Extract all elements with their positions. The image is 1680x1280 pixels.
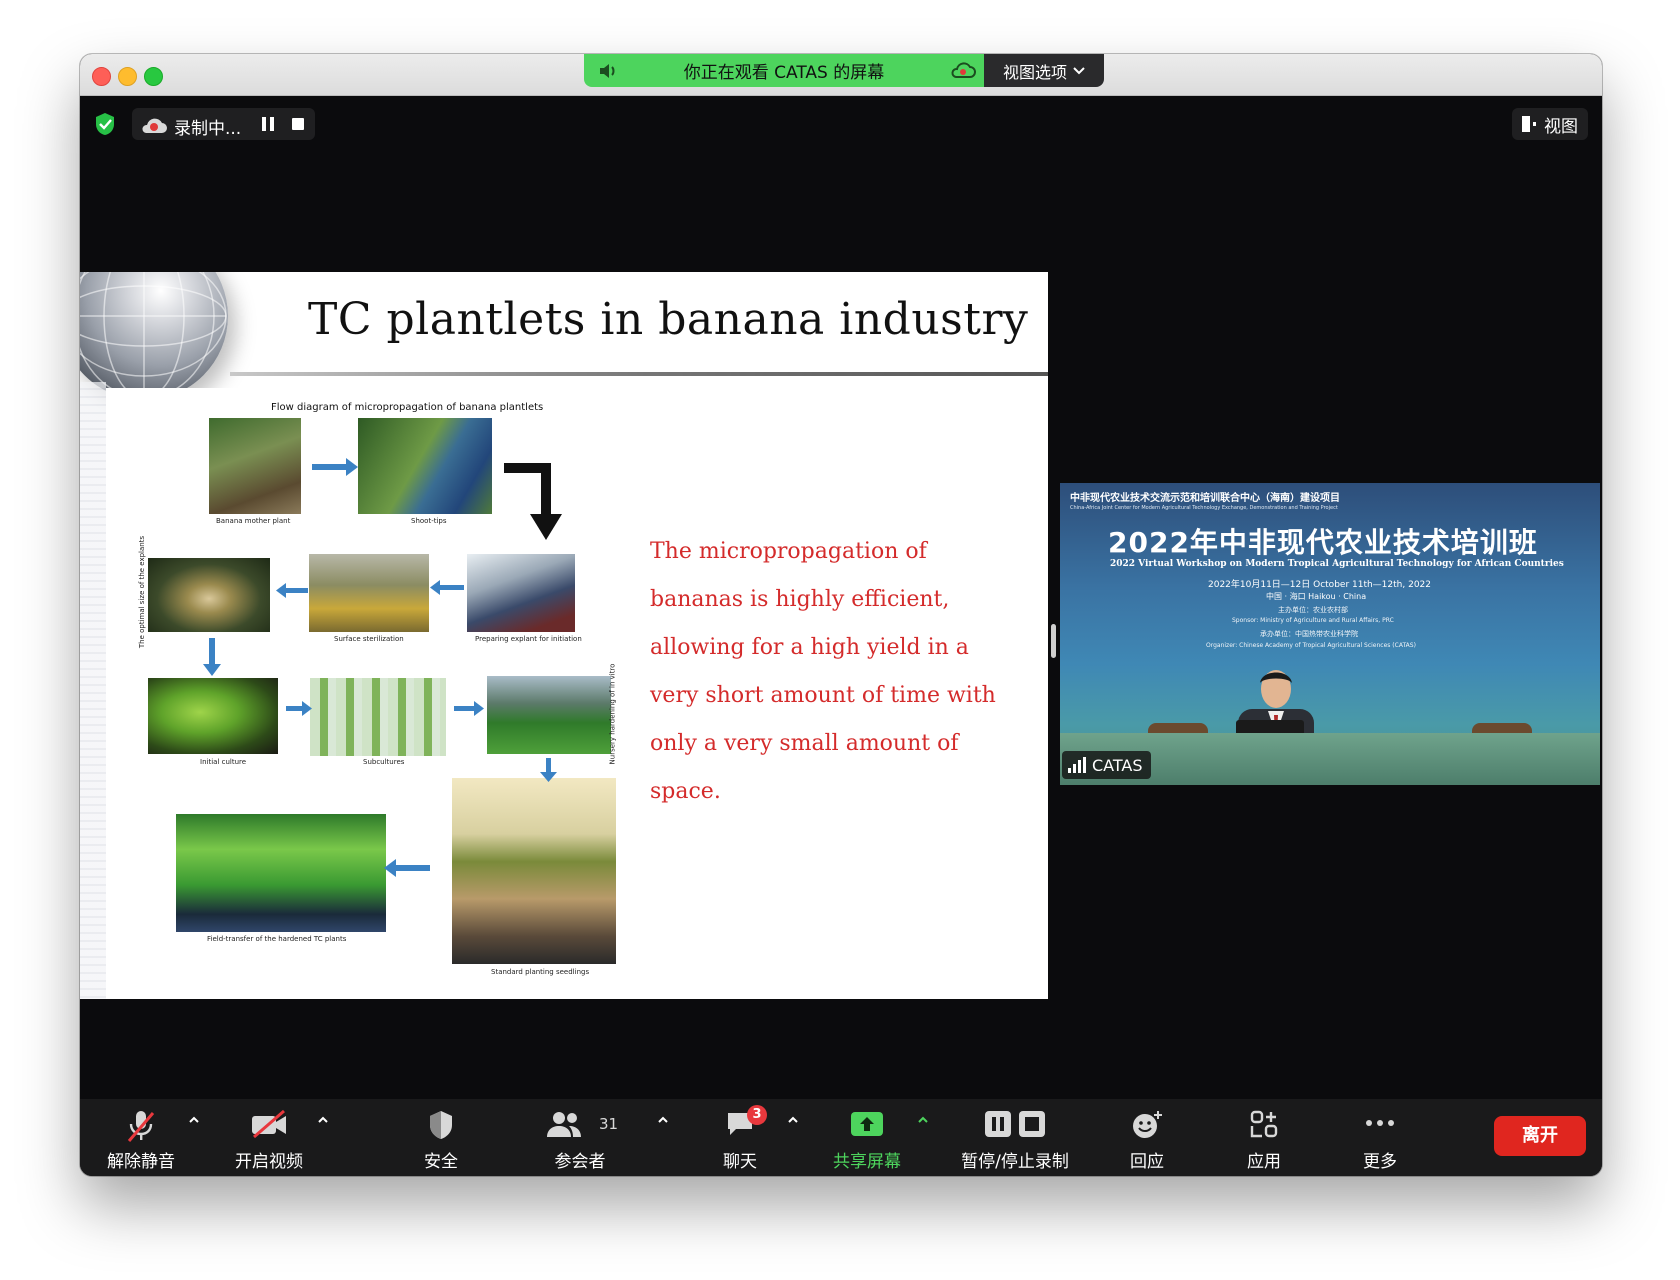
stop-recording-button[interactable] <box>292 118 304 130</box>
fullscreen-window-button[interactable] <box>144 67 163 86</box>
video-banner-organizer-cn: 承办单位：中国热带农业科学院 <box>1260 630 1358 638</box>
pause-stop-icon <box>985 1111 1045 1137</box>
shield-icon <box>430 1111 452 1139</box>
minimize-window-button[interactable] <box>118 67 137 86</box>
pause-stop-recording-label: 暂停/停止录制 <box>961 1152 1069 1172</box>
slide-text-line: very short amount of time with <box>650 683 996 708</box>
share-screen-label: 共享屏幕 <box>833 1152 901 1172</box>
video-banner-date: 2022年10月11日—12日 October 11th—12th, 2022 <box>1208 580 1431 590</box>
participants-count: 31 <box>599 1115 619 1133</box>
title-divider <box>230 372 1048 376</box>
chat-label: 聊天 <box>723 1152 757 1172</box>
more-label: 更多 <box>1363 1152 1397 1172</box>
participant-video-tile[interactable]: 中非现代农业技术交流示范和培训联合中心（海南）建设项目 China-Africa… <box>1060 483 1600 785</box>
chat-button[interactable]: 3 聊天 <box>705 1099 775 1176</box>
pause-stop-recording-button[interactable]: 暂停/停止录制 <box>950 1099 1080 1176</box>
chevron-down-icon <box>1073 66 1085 74</box>
video-camera-off-icon <box>252 1109 286 1139</box>
slide-text-line: allowing for a high yield in a <box>650 635 969 660</box>
apps-button[interactable]: 应用 <box>1232 1099 1296 1176</box>
globe-image <box>80 272 228 400</box>
video-banner-location: 中国 · 海口 Haikou · China <box>1266 592 1367 601</box>
video-banner-title: 2022年中非现代农业技术培训班 <box>1108 526 1538 559</box>
signal-strength-icon <box>1068 757 1086 773</box>
more-dots-icon <box>1366 1120 1394 1126</box>
unmute-label: 解除静音 <box>107 1152 175 1172</box>
shared-screen-slide: TC plantlets in banana industry Flow dia… <box>80 272 1048 999</box>
video-banner-subtitle: 2022 Virtual Workshop on Modern Tropical… <box>1110 559 1564 569</box>
share-screen-button[interactable]: 共享屏幕 <box>825 1099 909 1176</box>
unmute-button[interactable]: 解除静音 <box>100 1099 182 1176</box>
zoom-window: 你正在观看 CATAS 的屏幕 视图选项 录制中... 视图 TC plantl… <box>80 54 1602 1176</box>
share-screen-icon <box>851 1112 883 1136</box>
screen-share-banner: 你正在观看 CATAS 的屏幕 <box>584 54 984 87</box>
flow-arrows <box>203 458 562 877</box>
cloud-recording-icon <box>951 61 976 78</box>
start-video-button[interactable]: 开启视频 <box>228 1099 310 1176</box>
speaker-icon[interactable] <box>598 61 618 81</box>
view-options-label: 视图选项 <box>1002 62 1067 82</box>
view-options-dropdown[interactable]: 视图选项 <box>984 54 1104 87</box>
video-banner-top-en: China-Africa Joint Center for Modern Agr… <box>1070 505 1338 511</box>
participants-button[interactable]: 31 参会者 <box>535 1099 625 1176</box>
view-layout-icon <box>1522 116 1536 132</box>
slide-body-text: The micropropagation of bananas is highl… <box>650 528 1010 816</box>
title-bar: 你正在观看 CATAS 的屏幕 视图选项 <box>80 54 1602 96</box>
reactions-button[interactable]: 回应 <box>1112 1099 1182 1176</box>
participants-options-caret[interactable] <box>656 1113 670 1127</box>
video-banner-organizer: Organizer: Chinese Academy of Tropical A… <box>1206 642 1416 649</box>
audio-options-caret[interactable] <box>187 1113 201 1127</box>
participant-name: CATAS <box>1092 755 1143 775</box>
chat-options-caret[interactable] <box>786 1113 800 1127</box>
pause-recording-button[interactable] <box>262 117 274 131</box>
decorative-border <box>80 382 106 999</box>
video-banner-top: 中非现代农业技术交流示范和培训联合中心（海南）建设项目 <box>1070 493 1340 504</box>
meeting-toolbar: 解除静音 开启视频 安全 31 参会者 3 聊天 共享屏幕 暂停/停止录制 回应… <box>80 1099 1602 1176</box>
apps-label: 应用 <box>1247 1152 1281 1172</box>
recording-label: 录制中... <box>174 119 242 139</box>
meeting-info-bar: 录制中... 视图 <box>80 104 1602 144</box>
view-button[interactable]: 视图 <box>1512 108 1588 140</box>
slide-text-line: space. <box>650 779 721 804</box>
video-options-caret[interactable] <box>316 1113 330 1127</box>
more-button[interactable]: 更多 <box>1348 1099 1412 1176</box>
video-banner-host: 主办单位：农业农村部 <box>1278 606 1348 614</box>
cloud-record-icon <box>142 118 167 133</box>
slide-text-line: The micropropagation of <box>650 539 927 564</box>
leave-meeting-button[interactable]: 离开 <box>1494 1116 1586 1156</box>
resize-handle[interactable] <box>1051 624 1056 658</box>
video-banner-sponsor: Sponsor: Ministry of Agriculture and Rur… <box>1232 617 1394 624</box>
slide-title: TC plantlets in banana industry <box>308 294 1029 345</box>
participants-icon <box>547 1112 581 1137</box>
encryption-shield-icon[interactable] <box>94 112 116 136</box>
participants-label: 参会者 <box>554 1152 606 1172</box>
reactions-label: 回应 <box>1130 1152 1164 1172</box>
slide-text-line: bananas is highly efficient, <box>650 587 950 612</box>
chat-unread-badge: 3 <box>747 1105 767 1125</box>
start-video-label: 开启视频 <box>235 1152 303 1172</box>
security-label: 安全 <box>424 1152 458 1172</box>
share-options-caret[interactable] <box>916 1113 930 1127</box>
view-button-label: 视图 <box>1544 116 1578 137</box>
apps-icon <box>1250 1110 1278 1138</box>
close-window-button[interactable] <box>92 67 111 86</box>
security-button[interactable]: 安全 <box>406 1099 476 1176</box>
slide-text-line: only a very small amount of <box>650 731 959 756</box>
participant-name-tag: CATAS <box>1062 751 1151 779</box>
share-banner-text: 你正在观看 CATAS 的屏幕 <box>683 63 885 83</box>
smiley-add-icon <box>1133 1111 1162 1138</box>
microphone-muted-icon <box>127 1111 155 1142</box>
recording-indicator: 录制中... <box>132 108 315 140</box>
flow-diagram: Flow diagram of micropropagation of bana… <box>106 388 616 994</box>
